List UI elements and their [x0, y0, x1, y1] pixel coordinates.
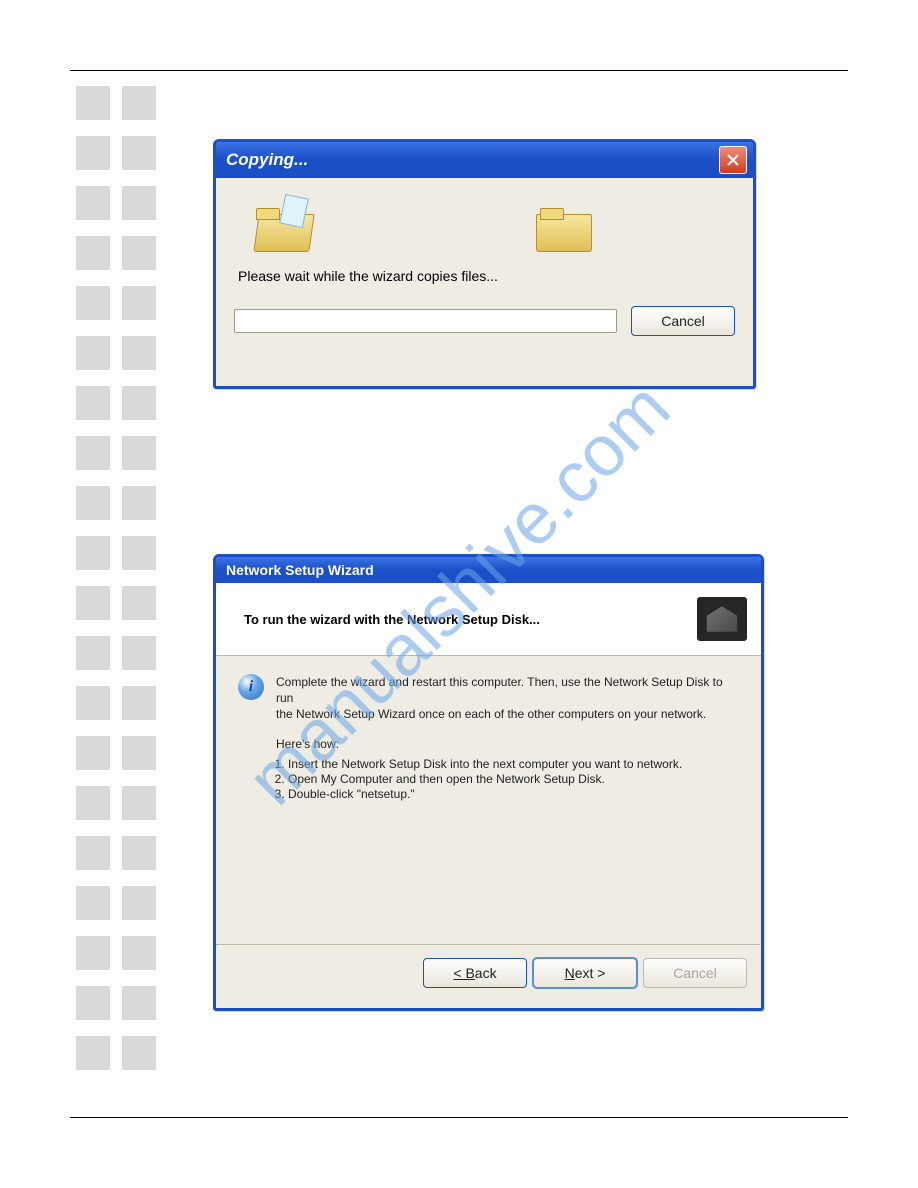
- heres-how-label: Here's how:: [276, 737, 739, 751]
- copying-message: Please wait while the wizard copies file…: [238, 268, 735, 284]
- wizard-button-row: < Back Next > Cancel: [216, 946, 761, 1000]
- next-button[interactable]: Next >: [533, 958, 637, 988]
- copying-dialog: Copying... Please wait while the wizard …: [213, 139, 756, 389]
- wizard-body: i Complete the wizard and restart this c…: [216, 656, 761, 944]
- wizard-cancel-button: Cancel: [643, 958, 747, 988]
- wizard-info-line2: the Network Setup Wizard once on each of…: [276, 707, 706, 721]
- step-2: Open My Computer and then open the Netwo…: [288, 772, 739, 786]
- network-devices-icon: [697, 597, 747, 641]
- destination-folder-icon: [536, 206, 590, 250]
- wizard-header-title: To run the wizard with the Network Setup…: [244, 612, 540, 627]
- info-icon: i: [238, 674, 264, 700]
- wizard-header: To run the wizard with the Network Setup…: [216, 583, 761, 656]
- decorative-squares: [76, 86, 156, 1070]
- copying-titlebar: Copying...: [216, 142, 753, 178]
- progress-bar: [234, 309, 617, 333]
- step-3: Double-click "netsetup.": [288, 787, 739, 801]
- network-setup-wizard-dialog: Network Setup Wizard To run the wizard w…: [213, 554, 764, 1011]
- copying-title: Copying...: [226, 150, 308, 170]
- close-button[interactable]: [719, 146, 747, 174]
- wizard-titlebar: Network Setup Wizard: [216, 557, 761, 583]
- instruction-steps: Insert the Network Setup Disk into the n…: [288, 757, 739, 801]
- cancel-button[interactable]: Cancel: [631, 306, 735, 336]
- wizard-info-line1: Complete the wizard and restart this com…: [276, 675, 723, 705]
- source-folder-icon: [252, 206, 306, 250]
- wizard-title: Network Setup Wizard: [226, 562, 374, 578]
- wizard-info-text: Complete the wizard and restart this com…: [276, 674, 739, 723]
- copy-animation-icons: [234, 190, 735, 250]
- step-1: Insert the Network Setup Disk into the n…: [288, 757, 739, 771]
- back-button[interactable]: < Back: [423, 958, 527, 988]
